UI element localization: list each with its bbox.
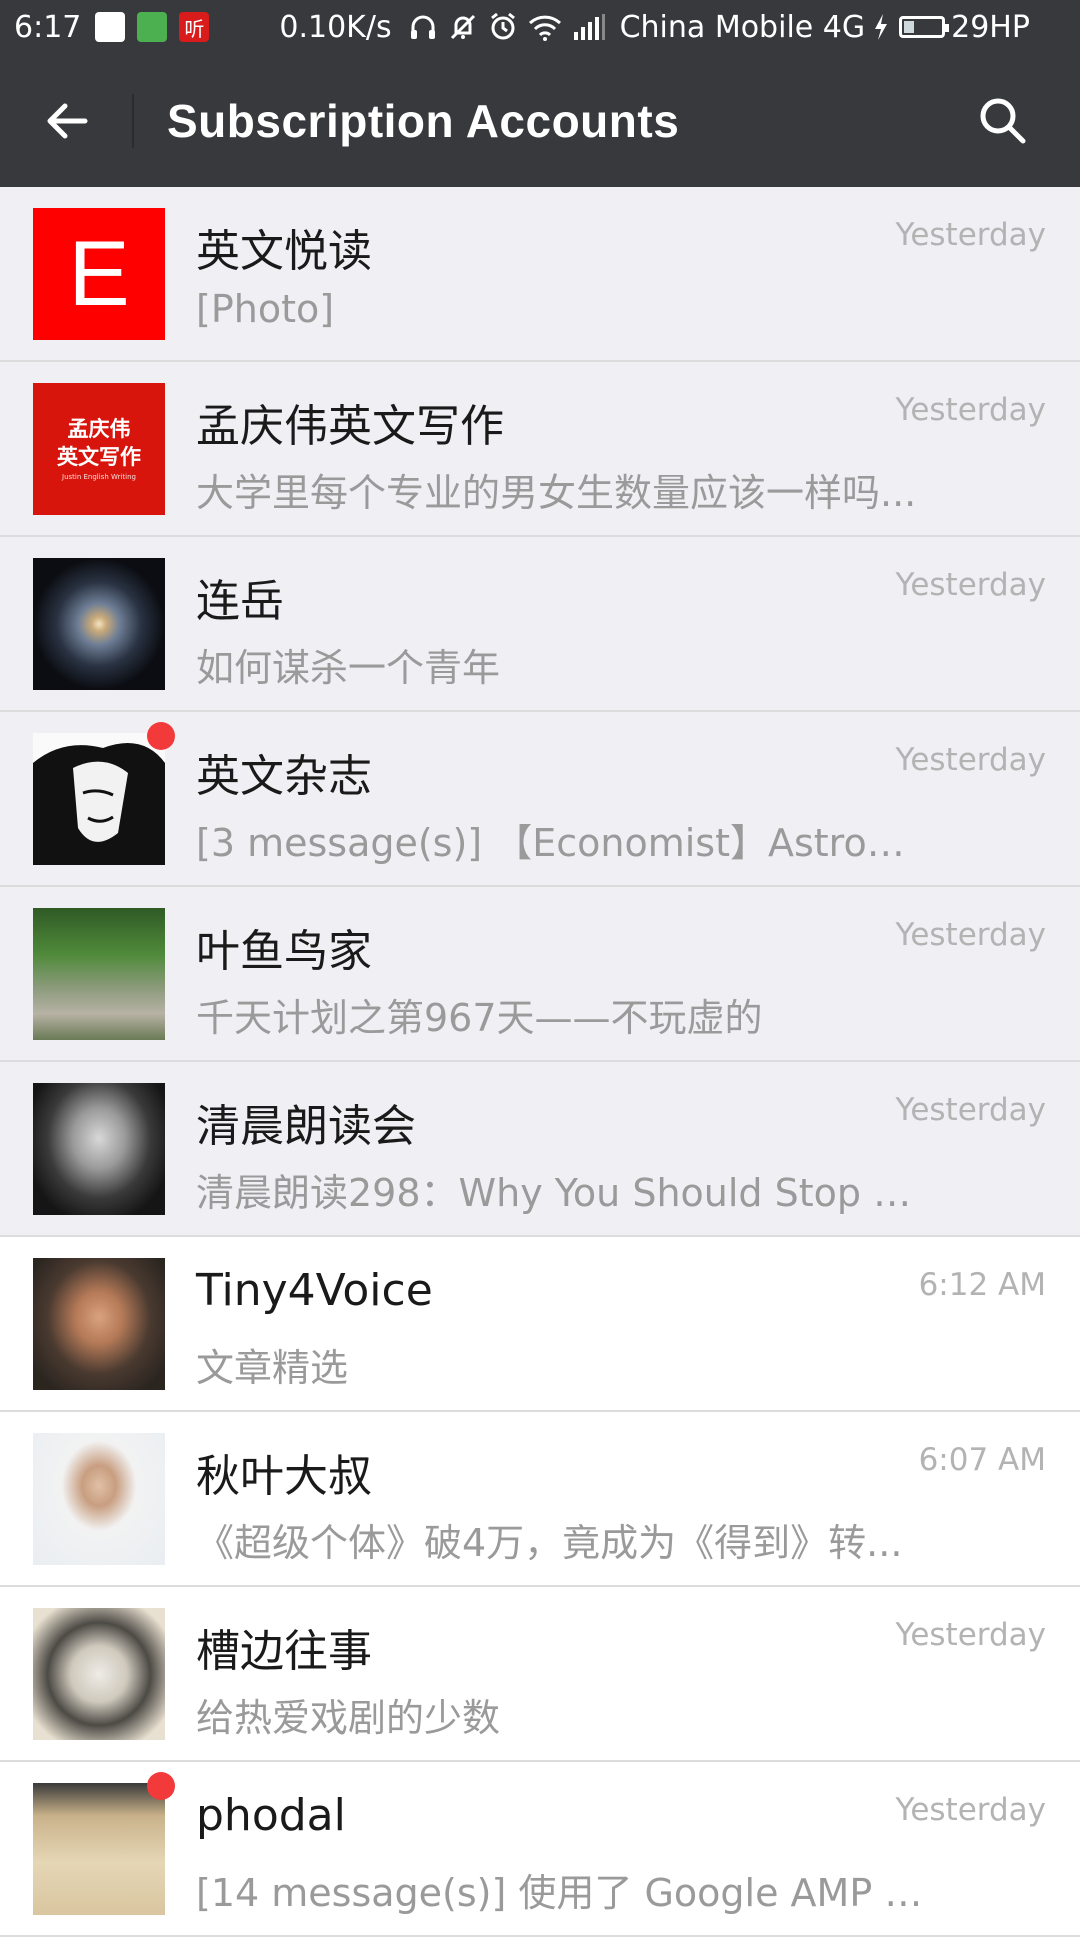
battery-icon [899,16,950,38]
search-icon [980,98,1026,144]
message-preview: [14 message(s)] 使用了 Google AMP 网... [196,1871,926,1915]
list-item[interactable]: 孟庆伟 英文写作 Justin English Writing 孟庆伟英文写作 … [0,362,1080,537]
app-bar: Subscription Accounts [0,54,1080,187]
avatar [33,1608,165,1740]
account-name: 连岳 [196,576,284,627]
message-time: Yesterday [895,1617,1047,1653]
list-item[interactable]: 叶鱼鸟家 千天计划之第967天——不玩虚的 Yesterday [0,887,1080,1062]
avatar [33,1083,165,1215]
account-name: 英文杂志 [196,751,372,802]
page-title: Subscription Accounts [167,95,680,147]
wifi-icon [528,12,562,42]
list-item[interactable]: Tiny4Voice 文章精选 6:12 AM [0,1237,1080,1412]
phone-notification-icon [137,12,168,42]
back-button[interactable] [30,84,104,158]
avatar [33,733,165,865]
list-item[interactable]: 清晨朗读会 清晨朗读298：Why You Should Stop Cari..… [0,1062,1080,1237]
carrier-label: China Mobile 4G [619,9,866,45]
account-name: 孟庆伟英文写作 [196,401,504,452]
network-speed: 0.10K/s [279,9,392,45]
avatar [33,1258,165,1390]
message-time: Yesterday [895,567,1047,603]
account-name: 清晨朗读会 [196,1101,416,1152]
avatar-text: 英文写作 [57,445,141,469]
message-preview: 文章精选 [196,1346,349,1390]
unread-badge [147,722,175,750]
list-item[interactable]: phodal [14 message(s)] 使用了 Google AMP 网.… [0,1762,1080,1937]
avatar-text: Justin English Writing [62,473,136,481]
message-time: Yesterday [895,742,1047,778]
list-item[interactable]: 连岳 如何谋杀一个青年 Yesterday [0,537,1080,712]
battery-level-fill [904,21,915,33]
avatar: E [33,208,165,340]
caricature-avatar-image [33,733,165,865]
avatar-letter: E [68,222,130,325]
account-name: phodal [196,1790,346,1841]
list-item[interactable]: 秋叶大叔 《超级个体》破4万，竟成为《得到》转... 6:07 AM [0,1412,1080,1587]
header-divider [132,94,134,148]
message-preview: 《超级个体》破4万，竟成为《得到》转... [196,1521,903,1565]
avatar [33,1433,165,1565]
message-time: Yesterday [895,1092,1047,1128]
listen-notification-icon: 听 [179,12,210,42]
arrow-left-icon [47,103,88,139]
message-preview: 如何谋杀一个青年 [196,646,501,690]
message-time: Yesterday [895,1792,1047,1828]
list-item[interactable]: E 英文悦读 [Photo] Yesterday [0,187,1080,362]
status-time: 6:17 [14,9,82,45]
message-time: Yesterday [895,917,1047,953]
headphones-icon [408,12,438,42]
alarm-icon [488,12,518,42]
account-name: 秋叶大叔 [196,1451,372,1502]
charging-icon [873,12,889,42]
avatar-text: 孟庆伟 [67,417,131,441]
list-item[interactable]: 英文杂志 [3 message(s)] 【Economist】Astronom.… [0,712,1080,887]
message-time: 6:07 AM [918,1442,1046,1478]
subscription-list: E 英文悦读 [Photo] Yesterday 孟庆伟 英文写作 Justin… [0,187,1080,1937]
mute-bell-icon [448,12,478,42]
list-item[interactable]: 槽边往事 给热爱戏剧的少数 Yesterday [0,1587,1080,1762]
search-button[interactable] [966,84,1040,158]
account-name: 英文悦读 [196,226,372,277]
message-preview: [Photo] [196,287,335,331]
avatar: 孟庆伟 英文写作 Justin English Writing [33,383,165,515]
avatar [33,558,165,690]
account-name: 叶鱼鸟家 [196,926,372,977]
message-time: 6:12 AM [918,1267,1046,1303]
signal-icon [572,12,606,42]
message-preview: 给热爱戏剧的少数 [196,1696,501,1740]
avatar [33,1783,165,1915]
account-name: 槽边往事 [196,1626,372,1677]
notification-app-icon [95,12,126,42]
avatar [33,908,165,1040]
message-time: Yesterday [895,217,1047,253]
message-preview: 大学里每个专业的男女生数量应该一样吗... [196,471,917,515]
status-bar: 6:17 听 0.10K/s China Mobile 4G 29HP [0,0,1080,54]
message-preview: 千天计划之第967天——不玩虚的 [196,996,763,1040]
battery-label: 29HP [951,9,1030,45]
message-preview: 清晨朗读298：Why You Should Stop Cari... [196,1171,926,1215]
unread-badge [147,1772,175,1800]
message-preview: [3 message(s)] 【Economist】Astronom... [196,821,926,865]
message-time: Yesterday [895,392,1047,428]
account-name: Tiny4Voice [196,1265,433,1316]
